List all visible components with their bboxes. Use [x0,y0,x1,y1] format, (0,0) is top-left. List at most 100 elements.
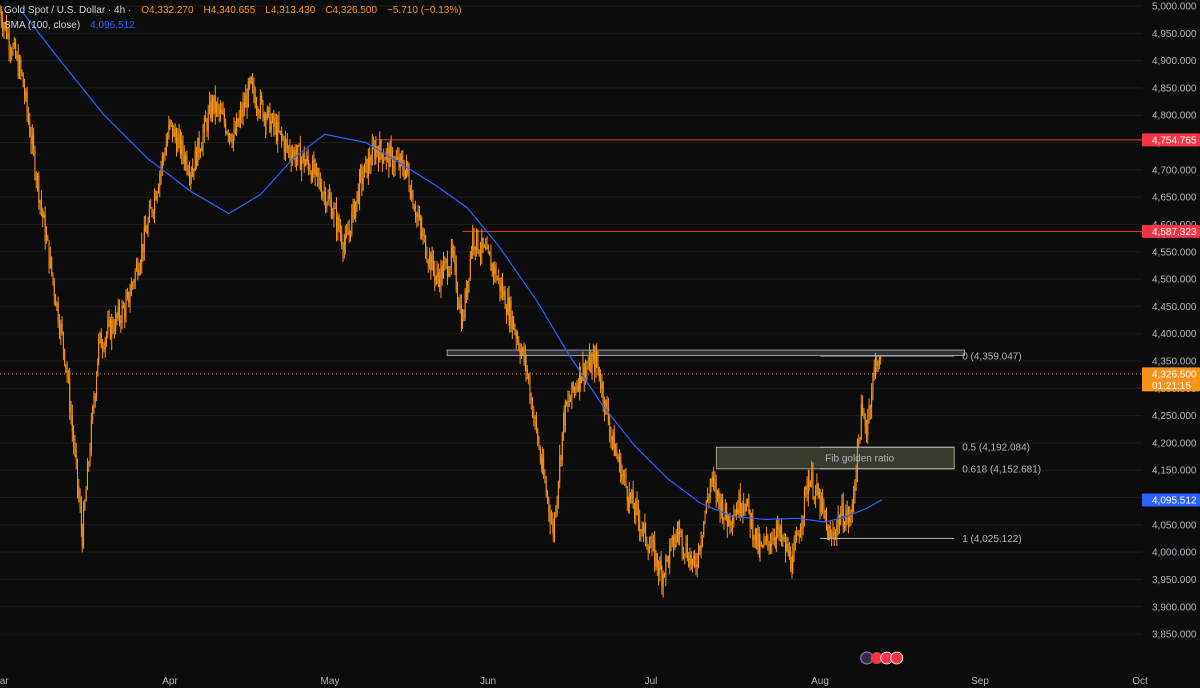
candle-body [103,348,105,350]
candle-body [16,55,18,57]
candle-body [337,216,339,231]
candle-body [626,486,628,501]
y-tick-label: 4,850.000 [1152,83,1197,94]
candle-body [533,416,535,419]
candle-body [0,11,1,13]
candle-body [602,383,604,403]
candle-body [146,231,148,234]
candle-body [134,270,136,282]
candle-body [343,244,345,252]
candle-body [305,162,307,167]
candle-body [120,319,122,324]
candle-body [460,304,462,328]
candle-body [530,399,532,401]
candle-body [849,518,851,523]
candle-body [864,415,866,427]
candle-body [606,399,608,407]
candle-body [381,152,383,163]
candle-body [351,211,353,235]
y-tick-label: 4,400.000 [1152,329,1197,340]
candle-body [854,483,856,498]
candle-body [11,51,13,55]
candle-body [275,122,277,142]
candle-body [449,267,451,274]
candle-body [99,332,101,339]
candle-body [726,518,728,527]
candle-body [261,95,263,102]
candle-body [270,121,272,132]
candle-body [125,300,127,318]
candle-body [326,203,328,207]
candle-body [692,559,694,565]
candle-body [775,529,777,541]
candle-body [832,531,834,537]
candle-body [289,147,291,156]
candle-body [112,320,114,331]
y-tick-label: 3,950.000 [1152,575,1197,586]
candle-body [711,476,713,481]
candle-body [217,103,219,108]
candle-body [777,523,779,530]
resistance-1-tag-label: 4,754.765 [1152,135,1197,146]
candle-body [185,155,187,164]
candle-body [119,306,121,320]
candle-body [667,556,669,565]
y-tick-label: 4,250.000 [1152,411,1197,422]
candle-body [703,521,705,536]
candle-body [555,512,557,515]
y-tick-label: 4,950.000 [1152,29,1197,40]
price-chart[interactable]: 0 (4,359.047) 0.5 (4,192.084) 0.618 (4,152… [0,0,1200,688]
candle-body [459,304,461,309]
change-value: −5.710 (−0.13%) [387,5,462,16]
candle-body [371,145,373,165]
candle-body [682,550,684,554]
candle-body [253,83,255,96]
candle-body [737,508,739,514]
candle-body [51,256,53,274]
low-value: L4,313.430 [265,5,316,16]
candle-body [666,556,668,558]
x-tick-label: Apr [162,676,178,687]
candle-body [522,347,524,351]
sma-label[interactable]: SMA (100, close) [4,18,80,33]
candle-body [408,173,410,189]
candle-body [439,277,441,288]
candle-body [766,535,768,540]
candle-body [301,159,303,170]
y-tick-label: 4,350.000 [1152,357,1197,368]
candle-body [515,332,517,340]
candle-body [349,230,351,235]
candle-body [822,496,824,508]
candle-body [383,159,385,163]
candle-body [242,102,244,117]
candle-body [401,155,403,160]
candle-body [665,556,667,576]
candle-body [548,498,550,512]
candle-body [299,145,301,170]
candle-body [441,266,443,278]
candle-body [505,308,507,315]
candle-body [418,217,420,219]
candle-body [784,537,786,552]
candle-body [704,512,706,522]
candle-body [496,278,498,280]
candle-body [429,253,431,264]
candle-body [747,498,749,504]
candle-body [333,207,335,216]
candle-body [355,201,357,218]
candle-body [126,291,128,298]
candle-body [97,358,99,376]
symbol-title[interactable]: Gold Spot / U.S. Dollar · 4h · [4,3,131,18]
candle-body [322,193,324,198]
candle-body [13,42,15,47]
candle-body [681,531,683,551]
legend-ohlc-row: Gold Spot / U.S. Dollar · 4h · O4,332.27… [4,3,462,18]
candle-body [100,332,102,348]
candle-body [109,319,111,339]
candle-body [534,417,536,419]
y-tick-label: 4,900.000 [1152,56,1197,67]
candle-body [133,281,135,284]
y-tick-label: 4,650.000 [1152,193,1197,204]
candle-body [12,46,14,55]
candle-body [820,496,822,512]
